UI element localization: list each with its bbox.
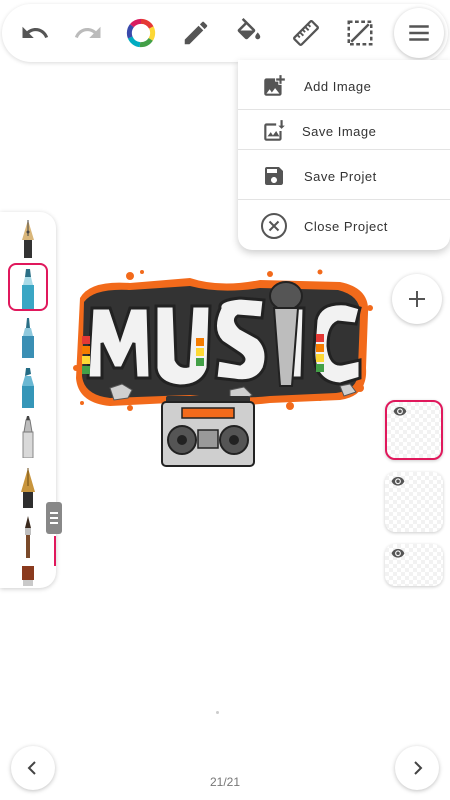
fill-button[interactable] <box>229 13 269 53</box>
selection-icon <box>347 20 373 46</box>
layer-thumbnail[interactable] <box>385 544 443 586</box>
menu-item-label: Add Image <box>304 78 372 94</box>
divider <box>238 149 450 150</box>
marker-teal-brush-icon <box>22 269 34 309</box>
menu-item-save-image[interactable]: Save Image <box>238 111 450 151</box>
eye-icon[interactable] <box>393 406 407 416</box>
paint-brush-icon <box>25 516 31 558</box>
brush-highlighter[interactable] <box>8 362 48 410</box>
page-indicator: 21/21 <box>209 775 241 789</box>
save-project-icon <box>260 162 288 190</box>
layer-thumbnail[interactable] <box>385 472 443 532</box>
menu-icon <box>409 25 429 41</box>
next-page-button[interactable] <box>395 746 439 790</box>
redo-button[interactable] <box>68 13 108 53</box>
save-image-icon <box>260 117 288 145</box>
undo-button[interactable] <box>15 13 55 53</box>
eye-icon[interactable] <box>391 548 405 558</box>
project-menu: Add Image Save Image Save Projet Close P… <box>238 60 450 250</box>
menu-item-label: Save Image <box>302 123 377 139</box>
chevron-left-icon <box>27 761 36 775</box>
graffiti-artwork <box>73 269 373 467</box>
chisel-brush-icon <box>22 416 34 458</box>
flat-brush-icon <box>22 566 34 586</box>
ruler-icon <box>293 20 319 46</box>
chevron-right-icon <box>414 761 423 775</box>
fountain-pen-brush-icon <box>22 220 34 258</box>
pencil-button[interactable] <box>176 13 216 53</box>
undo-icon <box>22 26 49 38</box>
eye-icon[interactable] <box>391 476 405 486</box>
menu-item-close-project[interactable]: Close Project <box>238 206 450 246</box>
menu-item-label: Save Projet <box>304 168 377 184</box>
close-icon <box>260 212 288 240</box>
divider <box>238 109 450 110</box>
brush-flat[interactable] <box>8 560 48 588</box>
menu-item-add-image[interactable]: Add Image <box>238 66 450 106</box>
add-image-icon <box>260 72 288 100</box>
marker-blue-brush-icon <box>22 318 34 358</box>
menu-item-save-project[interactable]: Save Projet <box>238 156 450 196</box>
previous-page-button[interactable] <box>11 746 55 790</box>
ruler-button[interactable] <box>286 13 326 53</box>
palette-drag-handle[interactable] <box>46 502 62 534</box>
top-toolbar <box>2 4 448 62</box>
fill-bucket-icon <box>237 18 261 40</box>
canvas-dot <box>216 711 219 714</box>
brush-paint[interactable] <box>8 512 48 560</box>
pencil-icon <box>184 21 208 45</box>
gold-nib-brush-icon <box>21 468 35 508</box>
redo-icon <box>74 26 101 38</box>
color-wheel-icon <box>126 18 156 48</box>
brush-marker-teal[interactable] <box>8 263 48 311</box>
color-picker-button[interactable] <box>121 13 161 53</box>
brush-marker-blue[interactable] <box>8 312 48 360</box>
drawing-app-screen: Add Image Save Image Save Projet Close P… <box>0 0 450 800</box>
brush-fountain-pen[interactable] <box>8 212 48 260</box>
brush-chisel[interactable] <box>8 412 48 460</box>
add-layer-button[interactable] <box>392 274 442 324</box>
plus-icon <box>409 291 425 307</box>
brush-gold-nib[interactable] <box>8 462 48 510</box>
menu-button[interactable] <box>394 8 444 58</box>
highlighter-brush-icon <box>22 368 34 408</box>
palette-scroll-indicator <box>54 536 56 566</box>
layer-thumbnail[interactable] <box>385 400 443 460</box>
menu-item-label: Close Project <box>304 218 388 234</box>
divider <box>238 199 450 200</box>
selection-button[interactable] <box>340 13 380 53</box>
